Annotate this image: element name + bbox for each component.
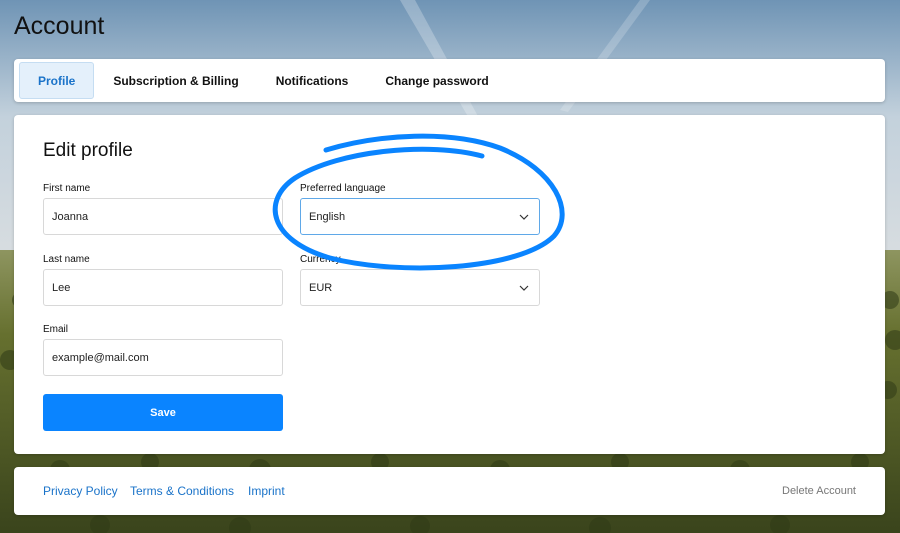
first-name-field[interactable]: Joanna (43, 198, 283, 235)
chevron-down-icon (519, 285, 529, 291)
tab-notifications[interactable]: Notifications (258, 62, 367, 99)
tab-change-password[interactable]: Change password (367, 62, 506, 99)
account-tabs: Profile Subscription & Billing Notificat… (14, 59, 885, 102)
chevron-down-icon (519, 214, 529, 220)
first-name-label: First name (43, 183, 91, 194)
footer: Privacy Policy Terms & Conditions Imprin… (14, 467, 885, 515)
preferred-language-label: Preferred language (300, 183, 386, 194)
tab-profile[interactable]: Profile (19, 62, 95, 99)
preferred-language-select[interactable]: English (300, 198, 540, 235)
last-name-field[interactable]: Lee (43, 269, 283, 306)
currency-value: EUR (309, 281, 333, 294)
edit-profile-card: Edit profile First name Joanna Preferred… (14, 115, 885, 454)
imprint-link[interactable]: Imprint (248, 484, 285, 498)
privacy-policy-link[interactable]: Privacy Policy (43, 484, 118, 498)
save-button[interactable]: Save (43, 394, 283, 431)
terms-conditions-link[interactable]: Terms & Conditions (130, 484, 234, 498)
page-title: Account (14, 12, 105, 40)
preferred-language-value: English (309, 210, 346, 223)
section-title: Edit profile (43, 140, 133, 161)
currency-label: Currency (300, 254, 341, 265)
tab-subscription-billing[interactable]: Subscription & Billing (95, 62, 256, 99)
email-field[interactable]: example@mail.com (43, 339, 283, 376)
delete-account-link[interactable]: Delete Account (782, 485, 856, 497)
last-name-label: Last name (43, 254, 90, 265)
email-label: Email (43, 324, 69, 335)
currency-select[interactable]: EUR (300, 269, 540, 306)
